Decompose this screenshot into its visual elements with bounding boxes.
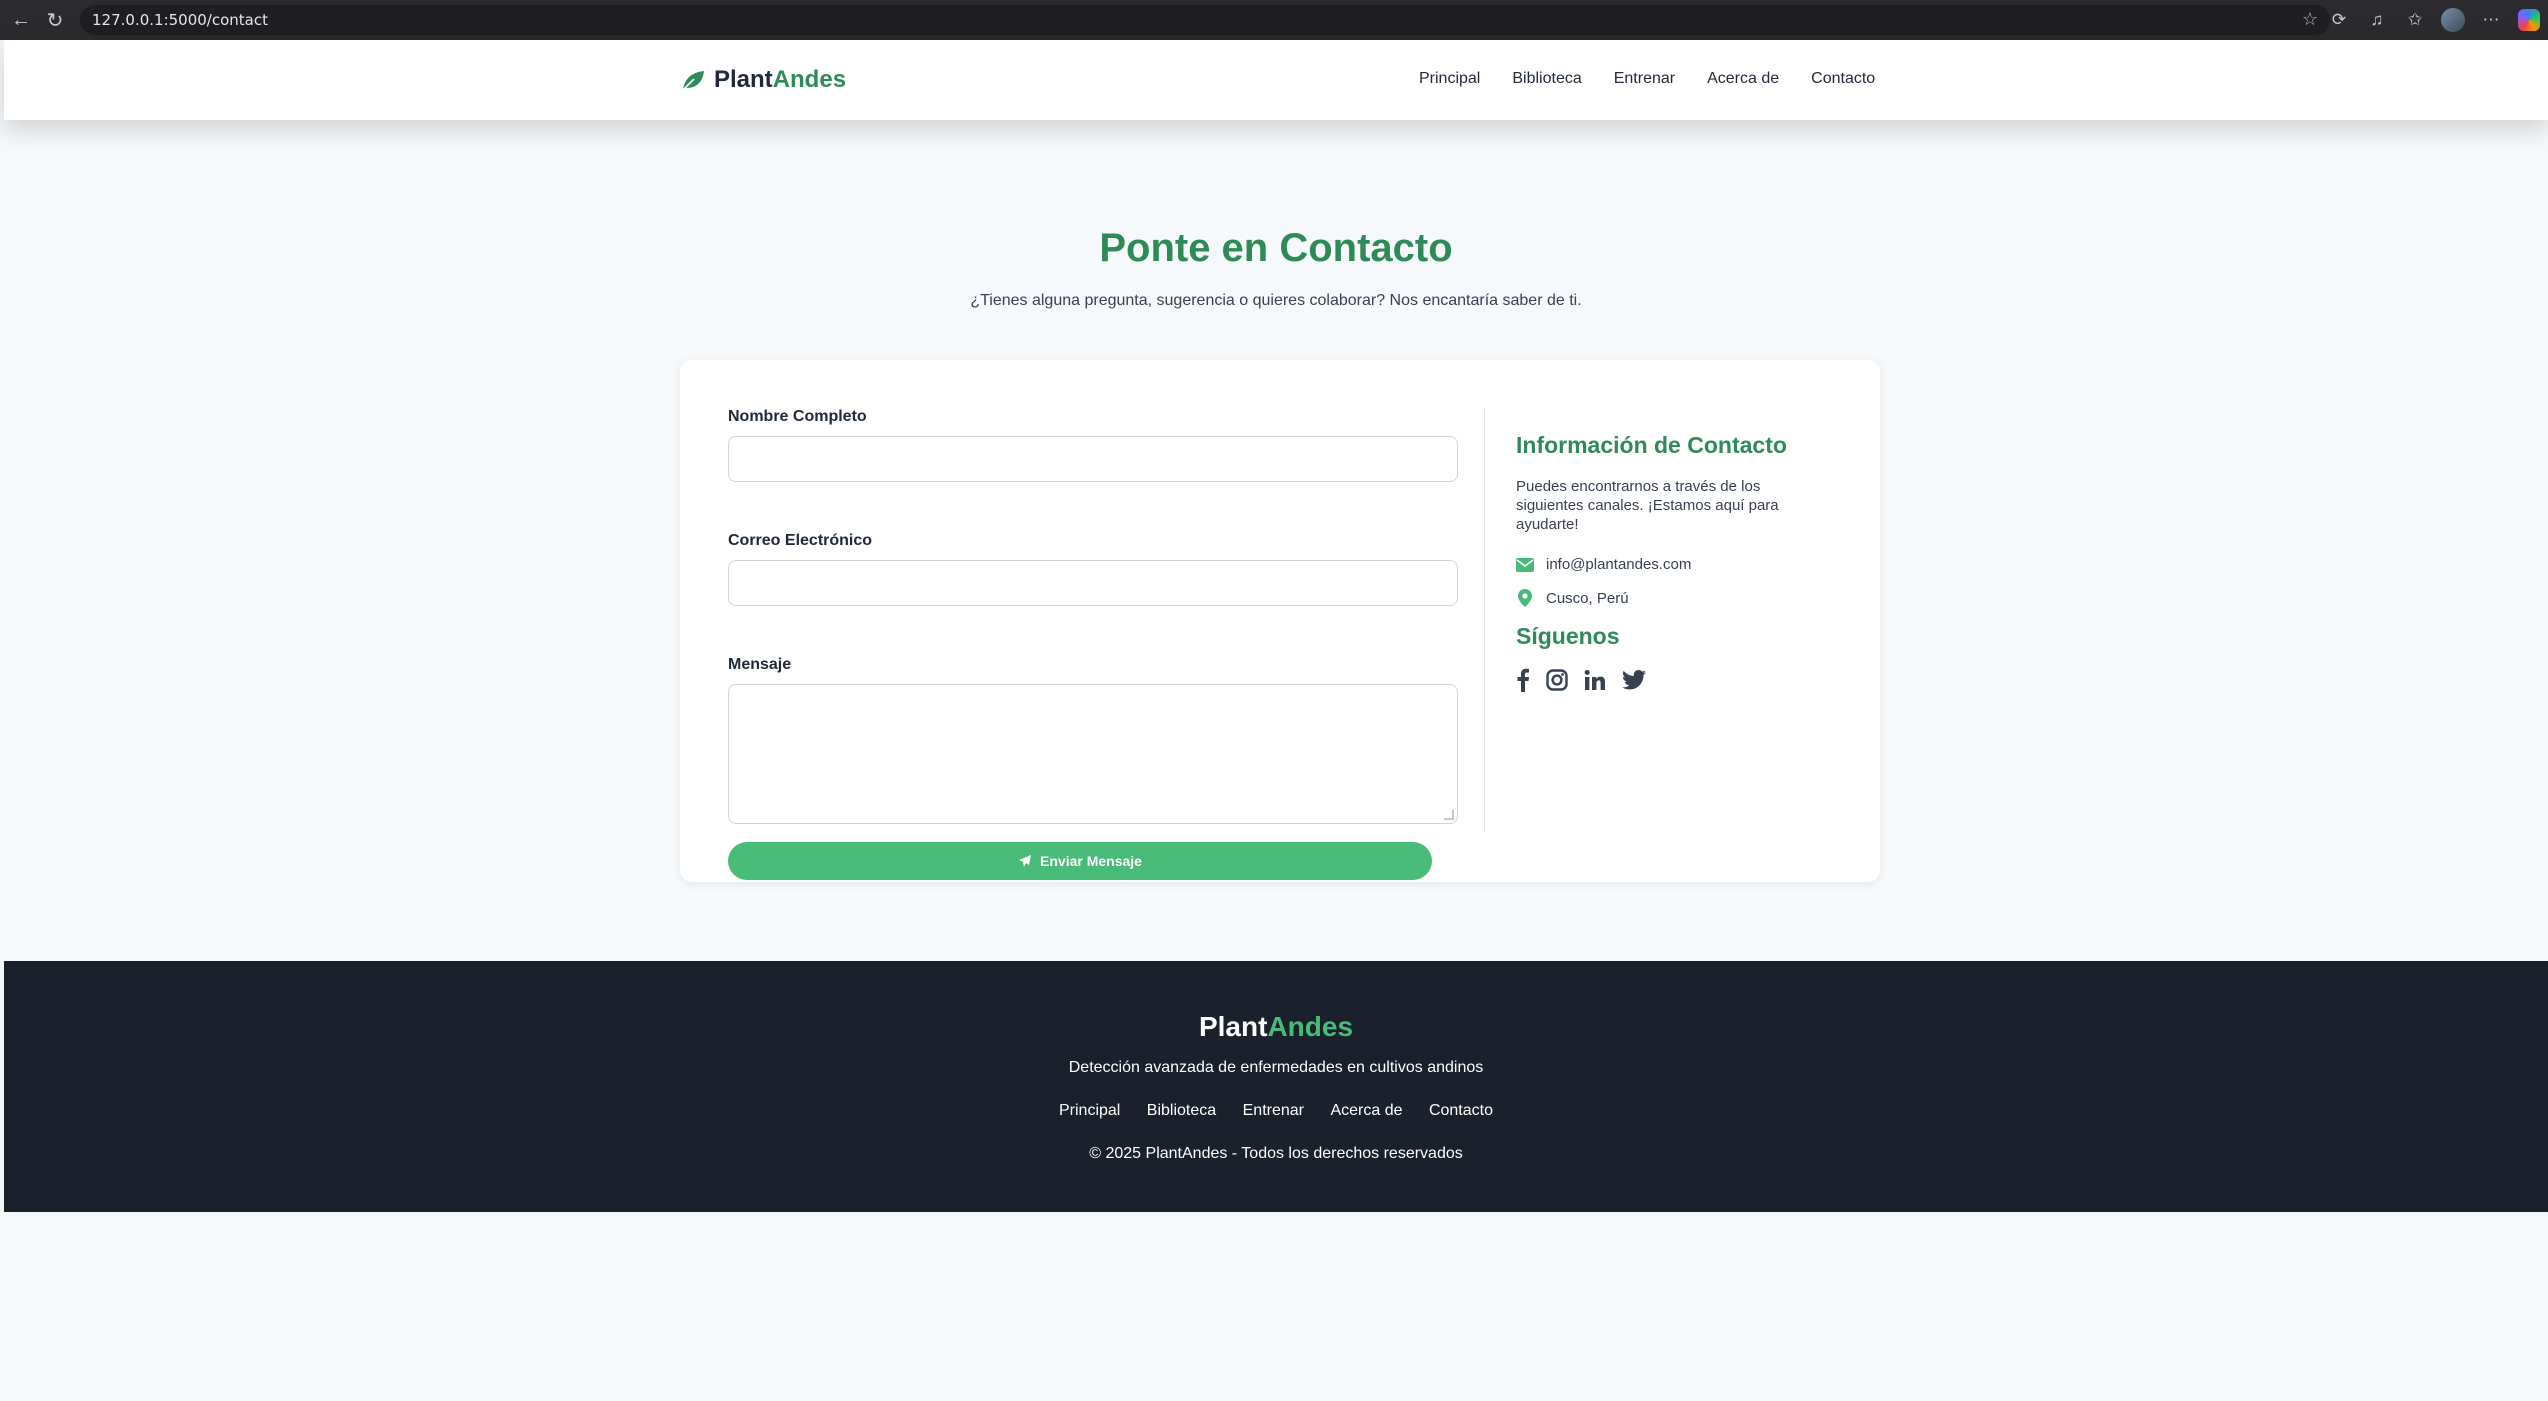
footer-link-principal[interactable]: Principal	[1059, 1102, 1120, 1119]
contact-info-panel: Información de Contacto Puedes encontrar…	[1516, 432, 1836, 692]
back-arrow-icon[interactable]: ←	[6, 5, 36, 35]
contact-card: Nombre Completo Correo Electrónico Mensa…	[680, 360, 1880, 882]
nav-contacto[interactable]: Contacto	[1811, 70, 1875, 88]
send-button-label: Enviar Mensaje	[1040, 853, 1142, 869]
page-subtitle: ¿Tienes alguna pregunta, sugerencia o qu…	[970, 292, 1582, 309]
site-footer: PlantAndes Detección avanzada de enferme…	[4, 961, 2548, 1212]
more-menu-icon[interactable]: ⋯	[2472, 0, 2510, 40]
main-nav: Principal Biblioteca Entrenar Acerca de …	[1419, 70, 1907, 88]
url-text: 127.0.0.1:5000/contact	[92, 11, 268, 29]
contact-location: Cusco, Perú	[1546, 589, 1629, 607]
paper-plane-icon	[1019, 855, 1032, 867]
footer-copyright: © 2025 PlantAndes - Todos los derechos r…	[1089, 1145, 1463, 1162]
message-label: Mensaje	[728, 656, 792, 673]
nav-principal[interactable]: Principal	[1419, 70, 1480, 88]
extensions-icon[interactable]: ⟳	[2320, 0, 2358, 40]
resize-handle[interactable]	[1444, 810, 1454, 820]
address-bar[interactable]: i 127.0.0.1:5000/contact ☆	[80, 5, 2330, 93]
read-aloud-icon[interactable]: ♫	[2358, 0, 2396, 40]
message-field[interactable]	[728, 684, 1458, 824]
nav-acerca[interactable]: Acerca de	[1707, 70, 1779, 88]
name-label: Nombre Completo	[728, 408, 867, 425]
email-label: Correo Electrónico	[728, 532, 873, 549]
contact-email-row: info@plantandes.com	[1516, 556, 1836, 573]
copilot-icon[interactable]	[2518, 9, 2540, 31]
footer-logo-andes: Andes	[1267, 1011, 1354, 1042]
linkedin-icon[interactable]	[1584, 669, 1606, 691]
send-message-button[interactable]: Enviar Mensaje	[728, 842, 1432, 880]
page: Plant Andes Principal Biblioteca Entrenar…	[4, 40, 2548, 1401]
browser-toolbar: ← ↻ i 127.0.0.1:5000/contact ☆ ⟳ ♫ ✩ ⋯	[0, 0, 2548, 93]
email-field[interactable]	[728, 560, 1458, 606]
envelope-icon	[1516, 557, 1534, 572]
footer-logo-plant: Plant	[1198, 1011, 1268, 1042]
footer-nav: Principal Biblioteca Entrenar Acerca de …	[4, 1102, 2548, 1120]
contact-email[interactable]: info@plantandes.com	[1546, 556, 1691, 573]
contact-info-description: Puedes encontrarnos a través de los sigu…	[1516, 478, 1779, 533]
footer-link-contacto[interactable]: Contacto	[1429, 1102, 1493, 1119]
avatar[interactable]	[2441, 8, 2465, 32]
social-title: Síguenos	[1516, 623, 1620, 649]
nav-biblioteca[interactable]: Biblioteca	[1512, 70, 1581, 88]
facebook-icon[interactable]	[1516, 668, 1530, 692]
reload-icon[interactable]: ↻	[40, 5, 70, 35]
profile-avatar[interactable]	[2434, 0, 2472, 40]
contact-location-row: Cusco, Perú	[1516, 589, 1836, 607]
map-pin-icon	[1518, 589, 1532, 607]
bookmark-star-icon[interactable]: ☆	[2302, 9, 2318, 30]
footer-link-acerca[interactable]: Acerca de	[1330, 1102, 1402, 1119]
footer-tagline: Detección avanzada de enfermedades en cu…	[1068, 1059, 1484, 1076]
site-header: Plant Andes Principal Biblioteca Entrenar…	[4, 40, 2548, 120]
contact-info-title: Información de Contacto	[1516, 432, 1787, 458]
footer-logo: PlantAndes	[4, 1011, 2548, 1043]
logo-text-plant: Plant	[714, 66, 773, 93]
copilot-button[interactable]	[2510, 0, 2548, 40]
name-field[interactable]	[728, 436, 1458, 482]
leaf-icon	[681, 71, 704, 92]
twitter-icon[interactable]	[1622, 670, 1646, 690]
footer-link-entrenar[interactable]: Entrenar	[1243, 1102, 1304, 1119]
instagram-icon[interactable]	[1546, 669, 1568, 691]
page-title: Ponte en Contacto	[1099, 226, 1453, 270]
favorites-icon[interactable]: ✩	[2396, 0, 2434, 40]
social-links	[1516, 668, 1836, 692]
footer-link-biblioteca[interactable]: Biblioteca	[1147, 1102, 1216, 1119]
contact-form: Nombre Completo Correo Electrónico Mensa…	[728, 408, 1458, 880]
card-divider	[1484, 408, 1485, 832]
nav-entrenar[interactable]: Entrenar	[1614, 70, 1675, 88]
logo-text-andes: Andes	[772, 66, 847, 93]
site-logo[interactable]: Plant Andes	[680, 66, 846, 94]
